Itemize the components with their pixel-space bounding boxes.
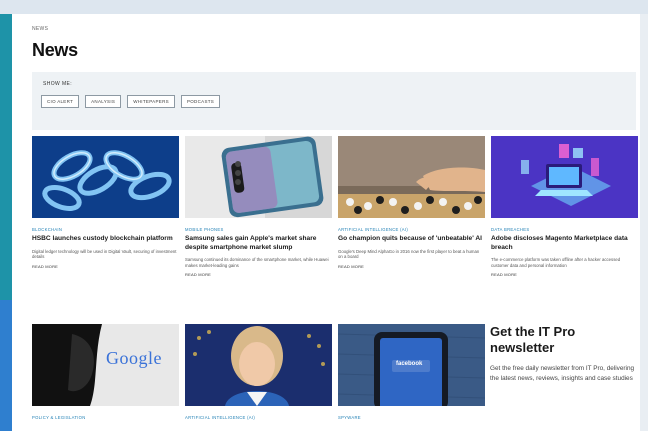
- article-category[interactable]: MOBILE PHONES: [185, 227, 332, 232]
- newsletter-title: Get the IT Pro newsletter: [490, 324, 576, 355]
- filter-chip-analysis[interactable]: ANALYSIS: [85, 95, 122, 108]
- filter-chip-cio-alert[interactable]: CIO ALERT: [41, 95, 80, 108]
- article-image-phone-jeans[interactable]: facebook: [338, 324, 485, 406]
- read-more-link[interactable]: READ MORE: [491, 272, 638, 277]
- article-category[interactable]: SPYWARE: [338, 415, 485, 420]
- article-card[interactable]: Google POLICY & LEGISLATION: [32, 324, 179, 420]
- article-title[interactable]: Adobe discloses Magento Marketplace data…: [491, 235, 638, 252]
- newsletter-promo[interactable]: Get the IT Pro newsletter Get the free d…: [490, 324, 640, 431]
- read-more-link[interactable]: READ MORE: [32, 264, 179, 269]
- article-image-portrait[interactable]: [185, 324, 332, 406]
- article-category[interactable]: DATA BREACHES: [491, 227, 638, 232]
- article-category[interactable]: ARTIFICIAL INTELLIGENCE (AI): [185, 415, 332, 420]
- read-more-link[interactable]: READ MORE: [338, 264, 485, 269]
- facebook-logo-text: facebook: [396, 361, 423, 367]
- browser-top-strip: [0, 0, 648, 14]
- article-image-blockchain[interactable]: [32, 136, 179, 218]
- article-card[interactable]: BLOCKCHAIN HSBC launches custody blockch…: [32, 136, 179, 269]
- newsletter-text: Get the free daily newsletter from IT Pr…: [490, 365, 635, 382]
- article-card[interactable]: ARTIFICIAL INTELLIGENCE (AI) Go champion…: [338, 136, 485, 269]
- filter-panel: SHOW ME: CIO ALERT ANALYSIS WHITEPAPERS …: [32, 72, 636, 130]
- article-title[interactable]: HSBC launches custody blockchain platfor…: [32, 235, 179, 244]
- article-summary: Digital ledger technology will be used i…: [32, 248, 177, 260]
- article-image-smartphone[interactable]: [185, 136, 332, 218]
- article-image-go-board[interactable]: [338, 136, 485, 218]
- article-image-ecommerce-illustration[interactable]: [491, 136, 638, 218]
- page-title: News: [32, 40, 78, 60]
- filter-label: SHOW ME:: [43, 81, 73, 87]
- google-logo-text: Google: [106, 348, 162, 368]
- breadcrumb[interactable]: NEWS: [32, 26, 48, 32]
- article-summary: Google's Deep Mind AlphaGo in 2016 now t…: [338, 248, 480, 260]
- article-category[interactable]: POLICY & LEGISLATION: [32, 415, 179, 420]
- read-more-link[interactable]: READ MORE: [185, 272, 332, 277]
- article-summary: Samsung continued its dominance of the s…: [185, 257, 329, 268]
- article-card[interactable]: facebook SPYWARE: [338, 324, 485, 420]
- right-gutter: [640, 14, 648, 431]
- article-card[interactable]: MOBILE PHONES Samsung sales gain Apple's…: [185, 136, 332, 277]
- article-category[interactable]: ARTIFICIAL INTELLIGENCE (AI): [338, 227, 485, 232]
- news-page: NEWS News SHOW ME: CIO ALERT ANALYSIS WH…: [12, 14, 640, 431]
- article-summary: The e-commerce platform was taken offlin…: [491, 257, 621, 268]
- article-card[interactable]: DATA BREACHES Adobe discloses Magento Ma…: [491, 136, 638, 277]
- article-category[interactable]: BLOCKCHAIN: [32, 227, 179, 232]
- article-title[interactable]: Go champion quits because of 'unbeatable…: [338, 235, 485, 244]
- article-image-google[interactable]: Google: [32, 324, 179, 406]
- article-card[interactable]: ARTIFICIAL INTELLIGENCE (AI): [185, 324, 332, 420]
- filter-chips: CIO ALERT ANALYSIS WHITEPAPERS PODCASTS: [41, 95, 221, 108]
- article-title[interactable]: Samsung sales gain Apple's market share …: [185, 235, 332, 252]
- filter-chip-podcasts[interactable]: PODCASTS: [180, 95, 221, 108]
- filter-chip-whitepapers[interactable]: WHITEPAPERS: [127, 95, 175, 108]
- left-accent-strip-lower: [0, 300, 12, 431]
